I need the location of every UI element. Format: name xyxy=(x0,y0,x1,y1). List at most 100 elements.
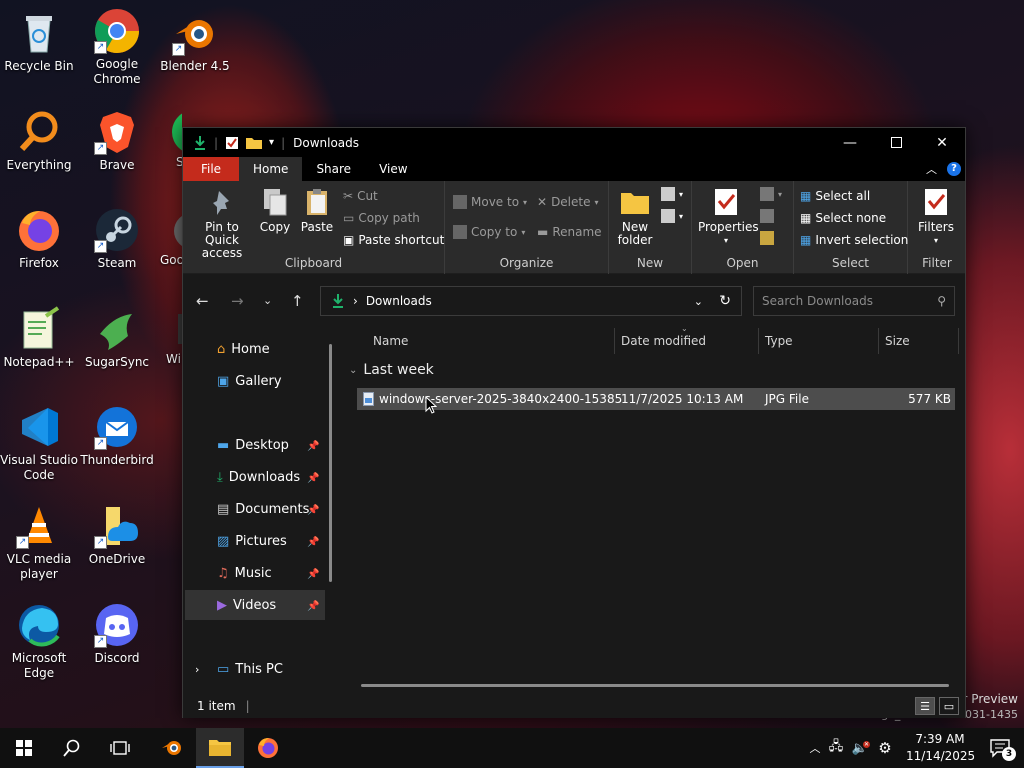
desktop-icon-onedrive[interactable]: ↗ OneDrive xyxy=(78,503,156,567)
properties-check-icon[interactable] xyxy=(225,136,239,150)
pin-icon[interactable]: 📌 xyxy=(307,505,319,516)
show-hidden-icons-icon[interactable]: ︿ xyxy=(806,740,824,756)
desktop-icon-blender[interactable]: ↗ Blender 4.5 xyxy=(156,10,234,74)
select-none-button[interactable]: ▦ Select none xyxy=(800,211,886,225)
desktop-icon-vscode[interactable]: Visual Studio Code xyxy=(0,404,78,483)
nav-item-music[interactable]: ♫ Music xyxy=(217,566,272,581)
column-type[interactable]: Type xyxy=(765,334,793,348)
desktop-icon-everything[interactable]: Everything xyxy=(0,109,78,173)
up-button[interactable]: ↑ xyxy=(291,292,304,310)
pin-icon[interactable]: 📌 xyxy=(307,473,319,484)
help-icon[interactable]: ? xyxy=(947,162,961,176)
nav-item-desktop[interactable]: ▬ Desktop xyxy=(217,438,289,453)
network-icon[interactable]: 🖧 xyxy=(824,737,848,759)
delete-button[interactable]: ✕ Delete ▾ xyxy=(537,195,599,209)
desktop-icon-steam[interactable]: ↗ Steam xyxy=(78,207,156,271)
desktop-icon-firefox[interactable]: Firefox xyxy=(0,207,78,271)
column-date-modified[interactable]: Date modified xyxy=(621,334,706,348)
column-divider[interactable] xyxy=(614,328,615,354)
select-all-button[interactable]: ▦ Select all xyxy=(800,189,870,203)
notification-center-button[interactable]: 3 xyxy=(976,728,1024,768)
pin-icon[interactable]: 📌 xyxy=(307,441,319,452)
nav-item-home[interactable]: ⌂ Home xyxy=(217,342,270,357)
paste-button[interactable]: Paste xyxy=(297,187,337,234)
nav-item-this-pc[interactable]: ▭ This PC xyxy=(217,662,283,677)
pin-icon[interactable]: 📌 xyxy=(307,537,319,548)
desktop-icon-spotify-partial[interactable]: S xyxy=(156,109,182,170)
expand-chevron-icon[interactable]: › xyxy=(195,663,199,676)
desktop-icon-chrome[interactable]: ↗ Google Chrome xyxy=(78,8,156,87)
nav-item-downloads[interactable]: ⤓ Downloads xyxy=(217,470,300,485)
title-bar[interactable]: | ▾ | Downloads — ✕ xyxy=(183,128,965,157)
copy-to-button[interactable]: Copy to ▾ xyxy=(453,225,525,239)
nav-item-pictures[interactable]: ▨ Pictures xyxy=(217,534,287,549)
nav-scrollbar[interactable] xyxy=(329,344,332,582)
start-button[interactable] xyxy=(0,728,48,768)
tab-file[interactable]: File xyxy=(183,157,239,181)
invert-selection-button[interactable]: ▦ Invert selection xyxy=(800,233,908,247)
customize-quick-access-icon[interactable]: ▾ xyxy=(269,137,274,148)
rename-button[interactable]: ▬ Rename xyxy=(537,225,602,239)
desktop-icon-sugarsync[interactable]: SugarSync xyxy=(78,306,156,370)
desktop-icon-brave[interactable]: ↗ Brave xyxy=(78,109,156,173)
desktop-icon-vlc[interactable]: ↗ VLC media player xyxy=(0,503,78,582)
pin-icon[interactable]: 📌 xyxy=(307,601,319,612)
copy-button[interactable]: Copy xyxy=(255,187,295,234)
taskbar-blender[interactable] xyxy=(148,728,196,768)
horizontal-scrollbar[interactable] xyxy=(361,684,949,687)
task-view-button[interactable] xyxy=(96,728,144,768)
easy-access-button[interactable]: ▾ xyxy=(661,209,683,223)
desktop-icon-thunderbird[interactable]: ↗ Thunderbird xyxy=(78,404,156,468)
pin-icon[interactable]: 📌 xyxy=(307,569,319,580)
file-explorer-window[interactable]: | ▾ | Downloads — ✕ File Home Share View… xyxy=(182,127,966,718)
column-divider[interactable] xyxy=(878,328,879,354)
address-bar[interactable]: › Downloads ⌄ ↻ xyxy=(320,286,742,316)
maximize-button[interactable] xyxy=(873,128,919,157)
table-row[interactable]: windows-server-2025-3840x2400-15385 11/7… xyxy=(357,388,955,410)
gear-icon[interactable]: ⚙ xyxy=(872,739,898,757)
desktop-icon-edge[interactable]: Microsoft Edge xyxy=(0,602,78,681)
close-button[interactable]: ✕ xyxy=(919,128,965,157)
search-box[interactable]: ⚲ xyxy=(753,286,955,316)
new-folder-button[interactable]: New folder xyxy=(615,187,655,247)
column-divider[interactable] xyxy=(758,328,759,354)
breadcrumb-downloads[interactable]: Downloads xyxy=(366,294,432,308)
desktop-icon-notepadpp[interactable]: Notepad++ xyxy=(0,306,78,370)
move-to-button[interactable]: Move to ▾ xyxy=(453,195,527,209)
pin-quick-access-button[interactable]: Pin to Quick access xyxy=(189,187,255,260)
tab-view[interactable]: View xyxy=(365,157,421,181)
back-button[interactable]: ← xyxy=(196,292,209,310)
forward-button[interactable]: → xyxy=(231,292,244,310)
tab-home[interactable]: Home xyxy=(239,157,303,181)
tab-share[interactable]: Share xyxy=(302,157,365,181)
new-folder-icon[interactable] xyxy=(246,136,263,149)
nav-item-videos[interactable]: ▶ Videos xyxy=(217,598,276,613)
nav-item-gallery[interactable]: ▣ Gallery xyxy=(217,374,282,389)
desktop-icon-discord[interactable]: ↗ Discord xyxy=(78,602,156,666)
column-divider[interactable] xyxy=(958,328,959,354)
group-header-last-week[interactable]: ⌄ Last week xyxy=(349,362,434,378)
minimize-button[interactable]: — xyxy=(827,128,873,157)
volume-muted-icon[interactable]: 🔈 ✕ xyxy=(848,740,872,756)
open-button[interactable]: ▾ xyxy=(760,187,782,201)
copy-path-button[interactable]: ▭ Copy path xyxy=(343,211,420,225)
large-icons-view-button[interactable]: ▭ xyxy=(939,697,959,715)
desktop-icon-wi-partial[interactable]: Wi xyxy=(156,306,182,367)
collapse-ribbon-icon[interactable]: ︿ xyxy=(926,161,937,177)
properties-button[interactable]: Properties ▾ xyxy=(698,187,759,247)
column-name[interactable]: Name xyxy=(373,334,408,348)
search-button[interactable] xyxy=(48,728,96,768)
filters-button[interactable]: Filters ▾ xyxy=(914,187,958,247)
history-button[interactable] xyxy=(760,231,774,245)
details-view-button[interactable]: ☰ xyxy=(915,697,935,715)
taskbar-file-explorer[interactable] xyxy=(196,728,244,768)
taskbar-firefox[interactable] xyxy=(244,728,292,768)
new-item-button[interactable]: ▾ xyxy=(661,187,683,201)
refresh-icon[interactable]: ↻ xyxy=(719,293,731,309)
desktop-icon-recycle-bin[interactable]: Recycle Bin xyxy=(0,10,78,74)
cut-button[interactable]: ✂ Cut xyxy=(343,189,378,203)
desktop-icon-goo-partial[interactable]: Goo xyxy=(156,207,182,268)
address-dropdown-icon[interactable]: ⌄ xyxy=(694,295,703,308)
taskbar-clock[interactable]: 7:39 AM 11/14/2025 xyxy=(906,731,975,765)
edit-button[interactable] xyxy=(760,209,774,223)
